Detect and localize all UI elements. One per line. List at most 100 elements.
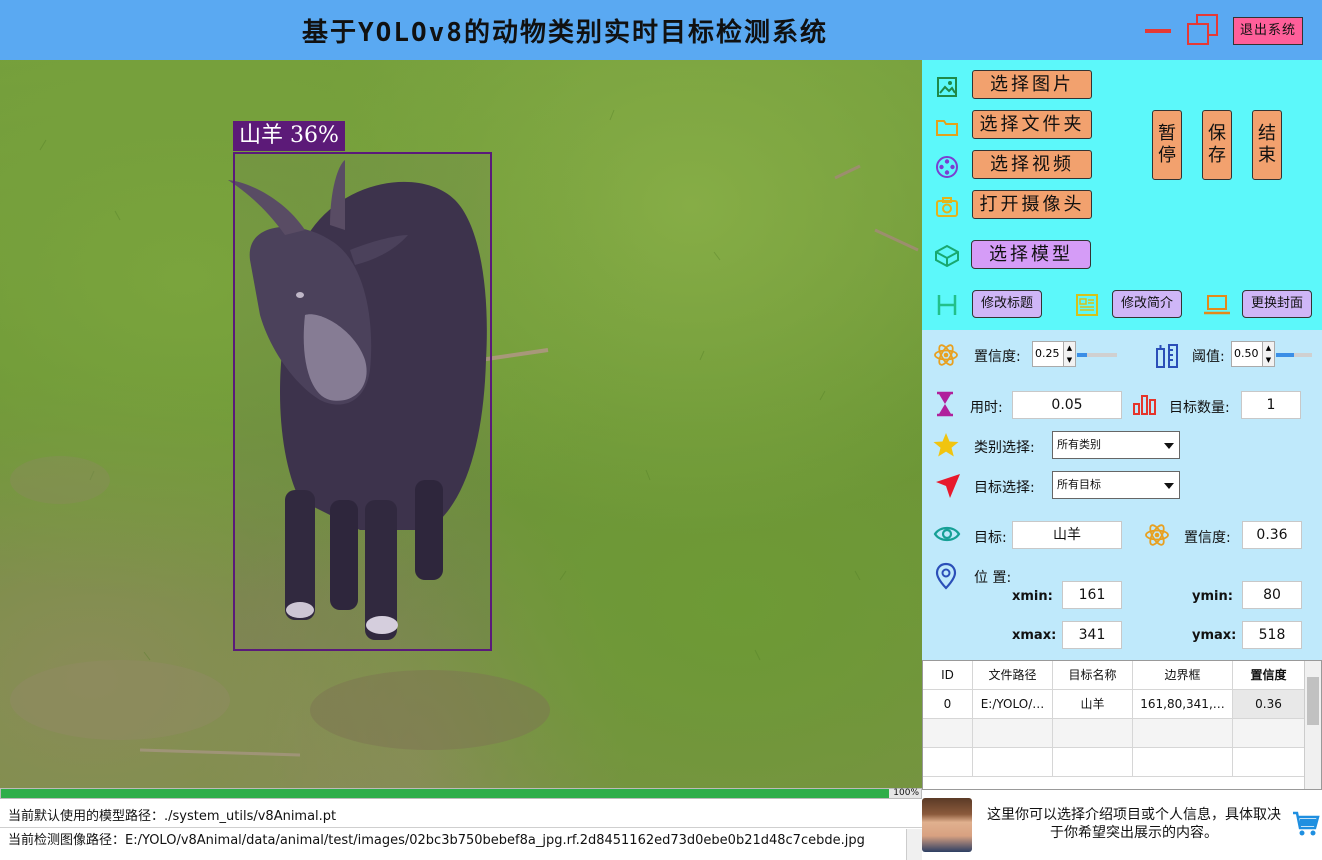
progress-bar: 100% — [0, 788, 922, 799]
results-table[interactable]: ID 文件路径 目标名称 边界框 置信度 0 E:/YOLO/… 山羊 161,… — [922, 660, 1322, 790]
cursor-arrow-icon — [936, 474, 960, 498]
time-label: 用时: — [970, 400, 1003, 416]
change-cover-button[interactable]: 更换封面 — [1242, 290, 1312, 318]
bounding-box — [233, 152, 492, 651]
star-icon — [933, 433, 959, 457]
maximize-icon[interactable] — [1187, 14, 1219, 46]
app-title: 基于YOLOv8的动物类别实时目标检测系统 — [302, 18, 828, 48]
xmin-label: xmin: — [1012, 589, 1053, 604]
target-select[interactable]: 所有目标 — [1052, 471, 1180, 499]
atom-icon — [1145, 524, 1169, 546]
xmax-field: 341 — [1062, 621, 1122, 649]
control-panel: 选择图片 选择文件夹 选择视频 打开摄像头 暂停 保存 结束 选择模型 修改标题… — [922, 60, 1322, 330]
film-reel-icon — [936, 156, 958, 178]
table-row[interactable]: 0 E:/YOLO/… 山羊 161,80,341,… 0.36 — [923, 690, 1305, 719]
iou-spin-arrows[interactable]: ▲ ▼ — [1262, 342, 1274, 366]
bar-chart-icon — [1133, 395, 1156, 415]
iou-slider[interactable] — [1276, 353, 1312, 357]
iou-slider-fill — [1276, 353, 1294, 357]
iou-spinbox-value: 0.50 — [1234, 347, 1259, 360]
table-cell: E:/YOLO/… — [973, 690, 1053, 719]
intro-panel: 这里你可以选择介绍项目或个人信息，具体取决于你希望突出展示的内容。 — [922, 790, 1322, 860]
image-path-text[interactable]: 当前检测图像路径：E:/YOLO/v8Animal/data/animal/te… — [0, 829, 922, 860]
ymax-field: 518 — [1242, 621, 1302, 649]
ymax-label: ymax: — [1192, 628, 1237, 643]
result-conf-label: 置信度: — [1184, 530, 1231, 546]
result-target-label: 目标: — [974, 530, 1007, 546]
image-path-value: 当前检测图像路径：E:/YOLO/v8Animal/data/animal/te… — [8, 833, 865, 848]
chevron-down-icon — [1164, 483, 1174, 489]
hourglass-icon — [937, 391, 953, 417]
target-select-label: 目标选择: — [974, 480, 1035, 496]
table-cell: 山羊 — [1053, 690, 1133, 719]
laptop-icon — [1204, 295, 1230, 315]
cube-icon — [935, 244, 959, 268]
iou-spinbox[interactable]: 0.50 ▲ ▼ — [1231, 341, 1275, 367]
document-icon — [1076, 294, 1098, 316]
conf-label: 置信度: — [974, 349, 1021, 365]
chevron-down-icon — [1164, 443, 1174, 449]
table-cell: 0.36 — [1233, 690, 1305, 719]
model-path-text: 当前默认使用的模型路径：./system_utils/v8Animal.pt — [0, 800, 922, 828]
table-header-cell[interactable]: 文件路径 — [973, 661, 1053, 690]
table-scrollbar[interactable] — [1304, 661, 1321, 789]
pause-button[interactable]: 暂停 — [1152, 110, 1182, 180]
table-row-empty — [923, 748, 1305, 777]
status-scrollbar[interactable] — [906, 829, 922, 860]
intro-text: 这里你可以选择介绍项目或个人信息，具体取决于你希望突出展示的内容。 — [987, 807, 1281, 841]
detection-image: 山羊 36% — [0, 60, 922, 788]
class-label: 类别选择: — [974, 440, 1035, 456]
ymin-label: ymin: — [1192, 589, 1233, 604]
parameter-panel: 置信度: 0.25 ▲ ▼ 阈值: 0.50 ▲ ▼ 用时: 0.05 目标数量: … — [922, 330, 1322, 660]
table-header-cell[interactable]: 边界框 — [1133, 661, 1233, 690]
cart-icon[interactable] — [1292, 810, 1320, 838]
avatar — [922, 798, 972, 852]
image-icon — [937, 77, 957, 97]
table-header: ID 文件路径 目标名称 边界框 置信度 — [923, 661, 1305, 690]
class-select-value: 所有类别 — [1057, 438, 1101, 451]
ymin-field: 80 — [1242, 581, 1302, 609]
conf-spin-arrows[interactable]: ▲ ▼ — [1063, 342, 1075, 366]
table-cell: 161,80,341,… — [1133, 690, 1233, 719]
save-button[interactable]: 保存 — [1202, 110, 1232, 180]
heading-icon — [937, 295, 957, 315]
count-field: 1 — [1241, 391, 1301, 419]
camera-icon — [936, 197, 958, 217]
folder-icon — [936, 120, 958, 136]
select-model-button[interactable]: 选择模型 — [971, 240, 1091, 269]
detection-label: 山羊 36% — [233, 121, 345, 151]
title-bar: 基于YOLOv8的动物类别实时目标检测系统 退出系统 — [0, 0, 1322, 60]
xmax-label: xmax: — [1012, 628, 1057, 643]
conf-slider-fill — [1077, 353, 1087, 357]
iou-label: 阈值: — [1192, 349, 1225, 365]
table-scroll-thumb[interactable] — [1307, 677, 1319, 725]
select-video-button[interactable]: 选择视频 — [972, 150, 1092, 179]
conf-spinbox[interactable]: 0.25 ▲ ▼ — [1032, 341, 1076, 367]
edit-intro-button[interactable]: 修改简介 — [1112, 290, 1182, 318]
count-label: 目标数量: — [1169, 400, 1230, 416]
edit-title-button[interactable]: 修改标题 — [972, 290, 1042, 318]
result-conf-field: 0.36 — [1242, 521, 1302, 549]
select-folder-button[interactable]: 选择文件夹 — [972, 110, 1092, 139]
conf-slider[interactable] — [1077, 353, 1117, 357]
position-label: 位 置: — [974, 570, 1012, 586]
table-header-cell[interactable]: 置信度 — [1233, 661, 1305, 690]
stop-button[interactable]: 结束 — [1252, 110, 1282, 180]
xmin-field: 161 — [1062, 581, 1122, 609]
atom-icon — [934, 344, 958, 366]
class-select[interactable]: 所有类别 — [1052, 431, 1180, 459]
table-cell: 0 — [923, 690, 973, 719]
time-field: 0.05 — [1012, 391, 1122, 419]
open-camera-button[interactable]: 打开摄像头 — [972, 190, 1092, 219]
table-header-cell[interactable]: 目标名称 — [1053, 661, 1133, 690]
table-header-cell[interactable]: ID — [923, 661, 973, 690]
conf-spinbox-value: 0.25 — [1035, 347, 1060, 360]
result-target-field: 山羊 — [1012, 521, 1122, 549]
ruler-icon — [1156, 344, 1178, 368]
table-row-empty — [923, 719, 1305, 748]
minimize-icon[interactable] — [1145, 22, 1171, 40]
exit-button[interactable]: 退出系统 — [1233, 17, 1303, 45]
progress-percent: 100% — [893, 788, 919, 798]
progress-fill — [1, 789, 889, 798]
select-image-button[interactable]: 选择图片 — [972, 70, 1092, 99]
